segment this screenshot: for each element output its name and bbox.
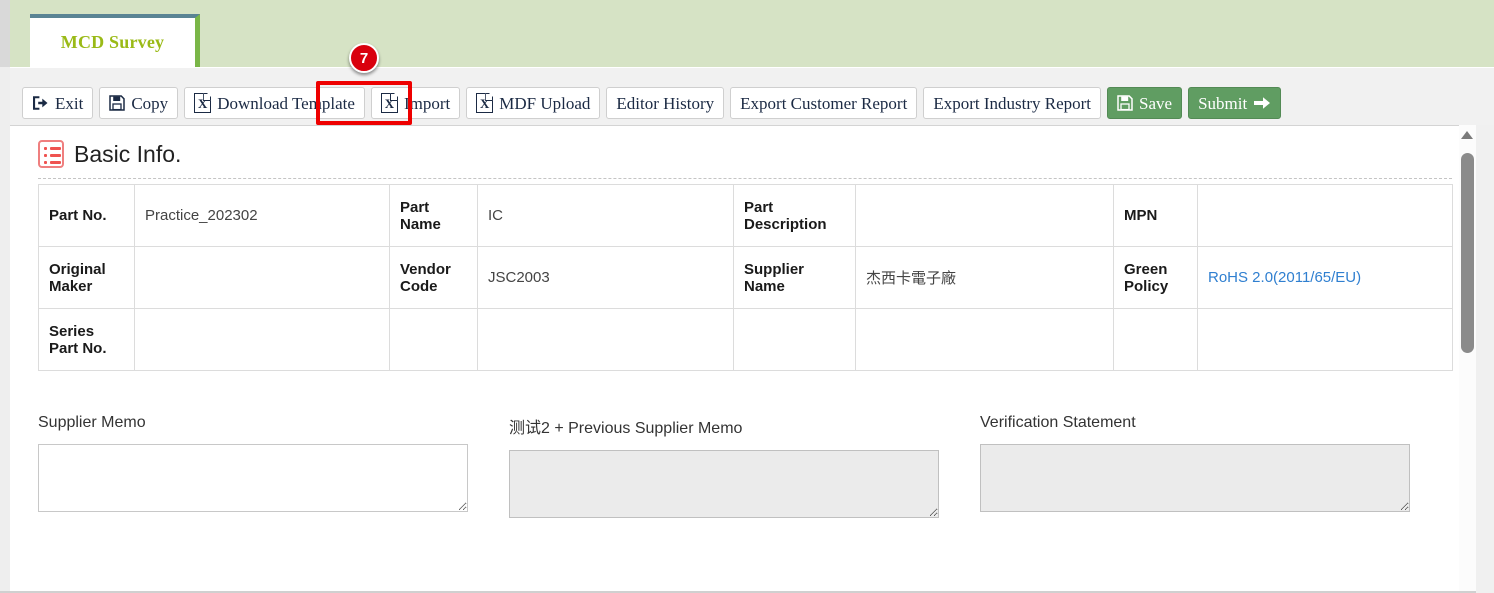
- content-panel: Basic Info. Part No. Practice_202302 Par…: [10, 125, 1494, 591]
- save-button-label: Save: [1139, 93, 1173, 113]
- download-template-button[interactable]: X Download Template: [184, 87, 365, 119]
- previous-supplier-memo-input: [509, 450, 939, 518]
- cell-value-supplier-name: 杰西卡電子廠: [855, 246, 1114, 309]
- mdf-upload-button[interactable]: X MDF Upload: [466, 87, 601, 119]
- table-row: Series Part No.: [38, 308, 1453, 371]
- verification-statement-input: [980, 444, 1410, 512]
- verification-statement-label: Verification Statement: [980, 414, 1136, 431]
- scroll-up-arrow-icon[interactable]: [1461, 131, 1473, 139]
- cell-label-series-part-no: Series Part No.: [38, 308, 135, 371]
- green-policy-link[interactable]: RoHS 2.0(2011/65/EU): [1208, 269, 1361, 286]
- copy-button[interactable]: Copy: [99, 87, 179, 119]
- arrow-right-icon: [1254, 97, 1271, 109]
- cell-value-green-policy: RoHS 2.0(2011/65/EU): [1197, 246, 1453, 309]
- toolbar-button-group: Exit Copy X Download Template X Import X: [22, 87, 1282, 119]
- cell-label-original-maker: Original Maker: [38, 246, 135, 309]
- mdf-upload-button-label: MDF Upload: [499, 93, 591, 113]
- cell-label-empty-2: [733, 308, 856, 371]
- cell-value-empty-2: [855, 308, 1114, 371]
- previous-supplier-memo-label: 测试2 + Previous Supplier Memo: [509, 420, 743, 437]
- header-band: MCD Survey: [10, 0, 1494, 67]
- cell-label-part-description: Part Description: [733, 184, 856, 247]
- step-badge-7: 7: [349, 43, 379, 73]
- cell-label-vendor-code: Vendor Code: [389, 246, 478, 309]
- cell-label-part-no: Part No.: [38, 184, 135, 247]
- tab-mcd-survey[interactable]: MCD Survey: [30, 14, 200, 67]
- supplier-memo-field: Supplier Memo: [38, 414, 509, 518]
- submit-button-label: Submit: [1198, 93, 1248, 113]
- export-customer-report-button-label: Export Customer Report: [740, 93, 908, 113]
- cell-value-empty-1: [477, 308, 734, 371]
- sign-out-icon: [33, 96, 48, 110]
- memo-row: Supplier Memo 测试2 + Previous Supplier Me…: [38, 414, 1452, 518]
- cell-value-part-name: IC: [477, 184, 734, 247]
- section-title: Basic Info.: [74, 140, 182, 167]
- cell-label-supplier-name: Supplier Name: [733, 246, 856, 309]
- cell-label-green-policy: Green Policy: [1113, 246, 1198, 309]
- list-icon: [38, 140, 64, 168]
- import-button[interactable]: X Import: [370, 87, 461, 119]
- copy-button-label: Copy: [131, 93, 169, 113]
- import-button-label: Import: [403, 93, 451, 113]
- left-gutter-top: [0, 0, 10, 67]
- verification-statement-field: Verification Statement: [980, 414, 1451, 518]
- content-inner: Basic Info. Part No. Practice_202302 Par…: [10, 126, 1460, 591]
- section-divider: [38, 178, 1452, 179]
- export-industry-report-button[interactable]: Export Industry Report: [923, 87, 1102, 119]
- submit-button[interactable]: Submit: [1188, 87, 1282, 119]
- supplier-memo-label: Supplier Memo: [38, 414, 146, 431]
- save-icon: [1117, 95, 1133, 111]
- cell-label-mpn: MPN: [1113, 184, 1198, 247]
- save-button[interactable]: Save: [1107, 87, 1183, 119]
- cell-value-part-description: [855, 184, 1114, 247]
- cell-value-empty-3: [1197, 308, 1453, 371]
- table-row: Part No. Practice_202302 Part Name IC Pa…: [38, 184, 1453, 247]
- exit-button[interactable]: Exit: [22, 87, 94, 119]
- toolbar: Exit Copy X Download Template X Import X: [10, 67, 1494, 125]
- step-badge-number: 7: [359, 49, 369, 67]
- scrollbar-thumb[interactable]: [1461, 153, 1474, 353]
- editor-history-button-label: Editor History: [616, 93, 715, 113]
- export-customer-report-button[interactable]: Export Customer Report: [730, 87, 918, 119]
- cell-value-vendor-code: JSC2003: [477, 246, 734, 309]
- right-gutter: [1476, 125, 1494, 593]
- cell-label-empty-1: [389, 308, 478, 371]
- excel-icon: X: [476, 92, 494, 113]
- cell-label-empty-3: [1113, 308, 1198, 371]
- left-gutter: [0, 0, 10, 593]
- cell-value-original-maker: [134, 246, 390, 309]
- section-header-basic-info: Basic Info.: [38, 140, 181, 168]
- basic-info-table: Part No. Practice_202302 Part Name IC Pa…: [38, 184, 1453, 371]
- table-row: Original Maker Vendor Code JSC2003 Suppl…: [38, 246, 1453, 309]
- tab-mcd-survey-label: MCD Survey: [60, 32, 165, 52]
- vertical-scrollbar[interactable]: [1459, 125, 1476, 591]
- excel-icon: X: [380, 92, 399, 113]
- cell-value-mpn: [1197, 184, 1453, 247]
- editor-history-button[interactable]: Editor History: [606, 87, 725, 119]
- mcd-survey-page: MCD Survey Exit Copy X Download Template…: [0, 0, 1494, 593]
- excel-icon: X: [194, 92, 212, 113]
- exit-button-label: Exit: [55, 93, 84, 113]
- export-industry-report-button-label: Export Industry Report: [933, 93, 1092, 113]
- previous-supplier-memo-field: 测试2 + Previous Supplier Memo: [509, 414, 980, 518]
- supplier-memo-input[interactable]: [38, 444, 468, 512]
- cell-value-part-no: Practice_202302: [134, 184, 390, 247]
- cell-value-series-part-no: [134, 308, 390, 371]
- download-template-button-label: Download Template: [217, 93, 355, 113]
- save-icon: [109, 95, 126, 111]
- cell-label-part-name: Part Name: [389, 184, 478, 247]
